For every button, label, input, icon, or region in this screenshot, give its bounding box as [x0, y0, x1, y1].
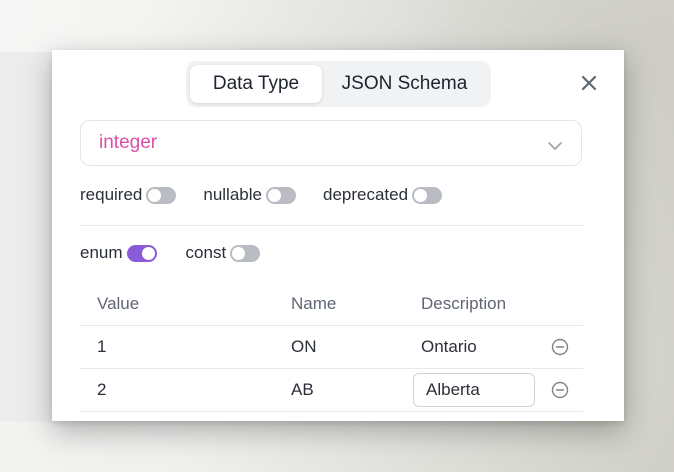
view-switcher: Data Type JSON Schema [186, 61, 491, 107]
close-icon[interactable] [578, 72, 600, 94]
const-toggle[interactable] [230, 244, 261, 262]
column-header-value: Value [97, 293, 140, 313]
flag-enum: enum [80, 243, 157, 263]
flag-const: const [186, 243, 261, 263]
flag-label: nullable [203, 185, 262, 204]
flag-label: const [185, 243, 227, 262]
cell-name[interactable]: ON [275, 337, 405, 357]
backdrop-panel [0, 52, 52, 422]
enum-toggle[interactable] [126, 244, 157, 262]
flag-label: deprecated [322, 185, 409, 204]
table-row: 2 AB [80, 369, 583, 412]
divider [80, 225, 583, 226]
schema-editor-dialog: Data Type JSON Schema integer required n… [52, 50, 624, 421]
cell-value[interactable]: 2 [80, 380, 275, 400]
constraints-row: enum const [80, 242, 289, 264]
table-header: Value Name Description [80, 282, 583, 326]
flags-row: required nullable deprecated [80, 184, 469, 206]
chevron-down-icon [547, 138, 563, 150]
flag-nullable: nullable [203, 185, 296, 205]
table-row: 1 ON Ontario [80, 326, 583, 369]
tab-json-schema[interactable]: JSON Schema [322, 65, 487, 103]
type-select[interactable]: integer [80, 120, 582, 166]
minus-circle-icon[interactable] [551, 381, 569, 399]
required-toggle[interactable] [146, 186, 177, 204]
type-select-value: integer [99, 132, 158, 153]
column-header-description: Description [421, 293, 507, 313]
enum-table: Value Name Description 1 ON Ontario 2 AB [80, 282, 583, 412]
deprecated-toggle[interactable] [412, 186, 443, 204]
flag-required: required [80, 185, 177, 205]
cell-name[interactable]: AB [275, 380, 405, 400]
flag-label: enum [80, 243, 123, 262]
flag-label: required [80, 185, 143, 204]
column-header-name: Name [291, 293, 337, 313]
description-input[interactable] [413, 373, 535, 407]
cell-description[interactable]: Ontario [405, 337, 537, 357]
cell-value[interactable]: 1 [80, 337, 275, 357]
tab-data-type[interactable]: Data Type [190, 65, 322, 103]
flag-deprecated: deprecated [322, 185, 443, 205]
nullable-toggle[interactable] [265, 186, 296, 204]
minus-circle-icon[interactable] [551, 338, 569, 356]
